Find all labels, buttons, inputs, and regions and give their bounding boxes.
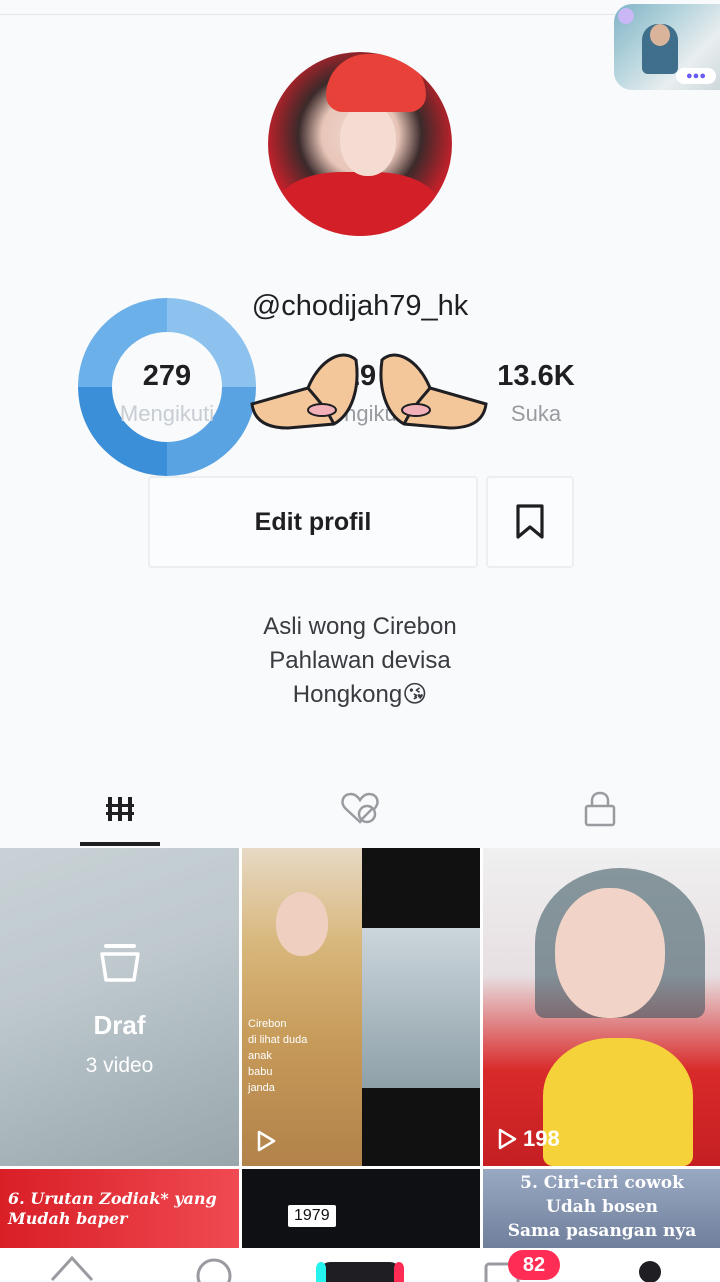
active-tab-indicator [80, 842, 160, 846]
video-caption: 6. Urutan Zodiak* yang Mudah baper [8, 1189, 217, 1228]
pip-person-head [650, 24, 670, 46]
discover-icon[interactable] [194, 1254, 234, 1282]
following-ring-overlay[interactable]: 279 Mengikuti [78, 298, 256, 476]
avatar-body [278, 172, 438, 236]
profile-bio: Asli wong Cirebon Pahlawan devisa Hongko… [0, 610, 720, 712]
top-divider [0, 14, 720, 15]
pip-video-thumbnail[interactable]: ●●● [614, 4, 720, 90]
video-tile[interactable]: 5. Ciri-ciri cowok Udah bosen Sama pasanga… [483, 1169, 720, 1248]
profile-nav-icon[interactable] [636, 1254, 664, 1282]
profile-username: @chodijah79_hk [251, 290, 469, 322]
heart-hand-left-icon [250, 353, 359, 430]
video-tile[interactable]: 198 [483, 848, 720, 1166]
video-tile[interactable]: 1979 [242, 1169, 480, 1248]
thumbnail-plush-bear [543, 1038, 693, 1166]
home-icon[interactable] [48, 1254, 96, 1282]
draft-count: 3 video [85, 1054, 154, 1077]
thumbnail-face [555, 888, 665, 1018]
grid-icon [106, 797, 134, 821]
inbox-badge: 82 [508, 1250, 560, 1280]
video-tile[interactable]: Cirebon di lihat duda anak babu janda [242, 848, 480, 1166]
video-grid: Draf 3 video Cirebon di lihat duda anak bab… [0, 848, 720, 1248]
stat-following-value: 279 [142, 360, 192, 392]
stat-following-label: Mengikuti [119, 401, 215, 426]
profile-tabs [0, 770, 720, 849]
profile-avatar[interactable] [268, 52, 452, 236]
video-caption: Cirebon di lihat duda anak babu janda [248, 1018, 308, 1094]
bio-line: Pahlawan devisa [269, 647, 451, 674]
bio-line: Asli wong Cirebon [263, 613, 457, 640]
play-icon [498, 1128, 517, 1150]
pip-indicator [618, 8, 634, 24]
avatar-hat [326, 54, 426, 112]
view-count-value: 198 [523, 1126, 560, 1151]
heart-hand-right-icon [379, 353, 488, 430]
view-count [256, 1130, 282, 1152]
draft-tile[interactable]: Draf 3 video [0, 848, 239, 1166]
bio-line: Hongkong😘 [292, 681, 428, 708]
favorites-button[interactable] [486, 476, 574, 568]
liked-hidden-icon [341, 792, 379, 824]
pip-more-icon[interactable]: ●●● [676, 68, 716, 84]
video-tile[interactable]: 6. Urutan Zodiak* yang Mudah baper [0, 1169, 239, 1248]
draft-box-icon [100, 944, 140, 982]
video-caption: 5. Ciri-ciri cowok Udah bosen Sama pasanga… [507, 1173, 697, 1241]
view-count: 198 [497, 1126, 560, 1152]
edit-profile-button[interactable]: Edit profil [148, 476, 478, 568]
stat-following[interactable]: 279 Mengikuti [78, 360, 256, 427]
create-button-icon[interactable] [316, 1254, 404, 1282]
tab-private[interactable] [480, 770, 720, 848]
video-overlay-label: 1979 [288, 1205, 336, 1227]
play-icon [257, 1130, 276, 1152]
tab-liked[interactable] [240, 770, 480, 848]
draft-title: Draf [93, 1010, 146, 1040]
draft-overlay [0, 848, 239, 1166]
thumbnail-face [276, 892, 328, 956]
video-thumbnail-right [362, 928, 480, 1088]
bookmark-icon [516, 504, 544, 539]
avatar-face [340, 104, 396, 176]
bottom-navigation [0, 1248, 720, 1282]
tab-videos[interactable] [0, 770, 240, 848]
lock-icon [584, 791, 616, 827]
